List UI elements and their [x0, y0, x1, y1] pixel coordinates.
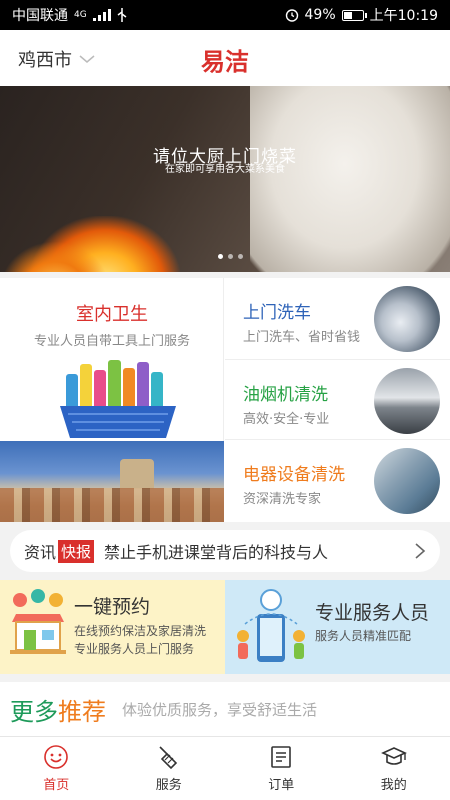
carousel-dot[interactable] [218, 254, 223, 259]
news-tag: 快报 [58, 539, 95, 563]
city-name: 鸡西市 [18, 50, 72, 71]
services-grid: 室内卫生 专业人员自带工具上门服务 上门洗车 上门洗车、省时省钱 油烟机清洗 高… [0, 278, 450, 522]
service-title: 室内卫生 [76, 304, 148, 325]
network-label: 4G [74, 10, 87, 20]
nav-home[interactable]: 首页 [0, 737, 113, 800]
battery-icon [341, 9, 367, 21]
banner-fire-image-2 [0, 241, 110, 272]
recommend-title-part1: 更多 [10, 697, 58, 726]
carousel-indicator [218, 254, 243, 259]
service-subtitle: 专业人员自带工具上门服务 [33, 334, 190, 349]
nav-label: 服务 [155, 778, 182, 793]
recommend-subtitle: 体验优质服务，享受舒适生活 [122, 700, 318, 719]
promo-line: 在线预约保洁及家居清洗 [74, 624, 207, 638]
service-card-car-wash[interactable]: 上门洗车 上门洗车、省时省钱 [225, 278, 450, 360]
chevron-down-icon [79, 55, 95, 63]
promo-banner[interactable]: 请位大厨上门烧菜 在家即可享用各大菜系美食 [0, 86, 450, 272]
nav-services[interactable]: 服务 [113, 737, 226, 800]
promo-line: 服务人员精准匹配 [315, 629, 412, 643]
range-hood-image [374, 368, 440, 434]
city-photo-card[interactable] [0, 441, 224, 522]
storefront-icon [10, 589, 66, 654]
banner-subtitle: 在家即可享用各大菜系美食 [165, 164, 285, 175]
carousel-dot[interactable] [238, 254, 243, 259]
appliance-image [374, 448, 440, 514]
banner-chef-image [250, 86, 450, 272]
service-card-indoor-cleaning[interactable]: 室内卫生 专业人员自带工具上门服务 [0, 278, 224, 441]
service-title: 上门洗车 [243, 303, 311, 323]
recommend-title-part2: 推荐 [58, 697, 106, 726]
news-headline: 禁止手机进课堂背后的科技与人 [104, 543, 329, 562]
more-recommend-header: 更多 推荐 体验优质服务，享受舒适生活 [0, 682, 450, 736]
app-header: 鸡西市 易洁 [0, 30, 450, 86]
clock: 上午10:19 [369, 8, 438, 24]
news-label: 资讯 [24, 543, 57, 562]
promo-text: 在线预约保洁及家居清洗 专业服务人员上门服务 [74, 622, 206, 658]
promo-professional-staff[interactable]: 专业服务人员 服务人员精准匹配 [225, 580, 450, 674]
alarm-icon [285, 9, 298, 22]
nav-label: 首页 [43, 778, 70, 793]
signal-icon [92, 9, 111, 21]
promo-title: 一键预约 [74, 596, 151, 618]
news-ticker[interactable]: 资讯 快报 禁止手机进课堂背后的科技与人 [10, 530, 440, 572]
status-bar: 中国联通 4G 49% 上午10:19 [0, 0, 450, 30]
nav-label: 我的 [380, 778, 407, 793]
staff-matching-icon [237, 589, 305, 662]
promo-one-click-booking[interactable]: 一键预约 在线预约保洁及家居清洗 专业服务人员上门服务 [0, 580, 225, 674]
service-card-range-hood-cleaning[interactable]: 油烟机清洗 高效·安全·专业 [225, 360, 450, 440]
broom-icon [159, 746, 177, 770]
carrier-label: 中国联通 [12, 8, 68, 24]
smile-icon [44, 745, 69, 769]
service-subtitle: 资深清洗专家 [243, 492, 322, 507]
promo-line: 专业服务人员上门服务 [74, 642, 195, 656]
carousel-dot[interactable] [228, 254, 233, 259]
service-subtitle: 上门洗车、省时省钱 [243, 330, 361, 345]
city-selector[interactable]: 鸡西市 [18, 46, 96, 72]
service-title: 电器设备清洗 [243, 465, 345, 485]
promo-text: 服务人员精准匹配 [315, 627, 411, 645]
service-title: 油烟机清洗 [243, 385, 328, 405]
chevron-right-icon [415, 543, 426, 559]
roofs-shape [0, 488, 224, 522]
service-subtitle: 高效·安全·专业 [243, 412, 330, 427]
car-wash-image [374, 286, 440, 352]
tower-shape [120, 459, 154, 489]
cleaning-basket-image [60, 360, 176, 438]
service-card-appliance-cleaning[interactable]: 电器设备清洗 资深清洗专家 [225, 440, 450, 522]
bottom-nav: 首页 服务 订单 我的 [0, 736, 450, 800]
nav-profile[interactable]: 我的 [338, 737, 450, 800]
promo-title: 专业服务人员 [315, 602, 430, 624]
order-icon [271, 746, 292, 768]
graduation-cap-icon [380, 747, 407, 765]
battery-percent: 49% [304, 7, 336, 23]
nav-label: 订单 [268, 778, 295, 793]
nav-orders[interactable]: 订单 [225, 737, 338, 800]
usb-icon [117, 8, 127, 22]
